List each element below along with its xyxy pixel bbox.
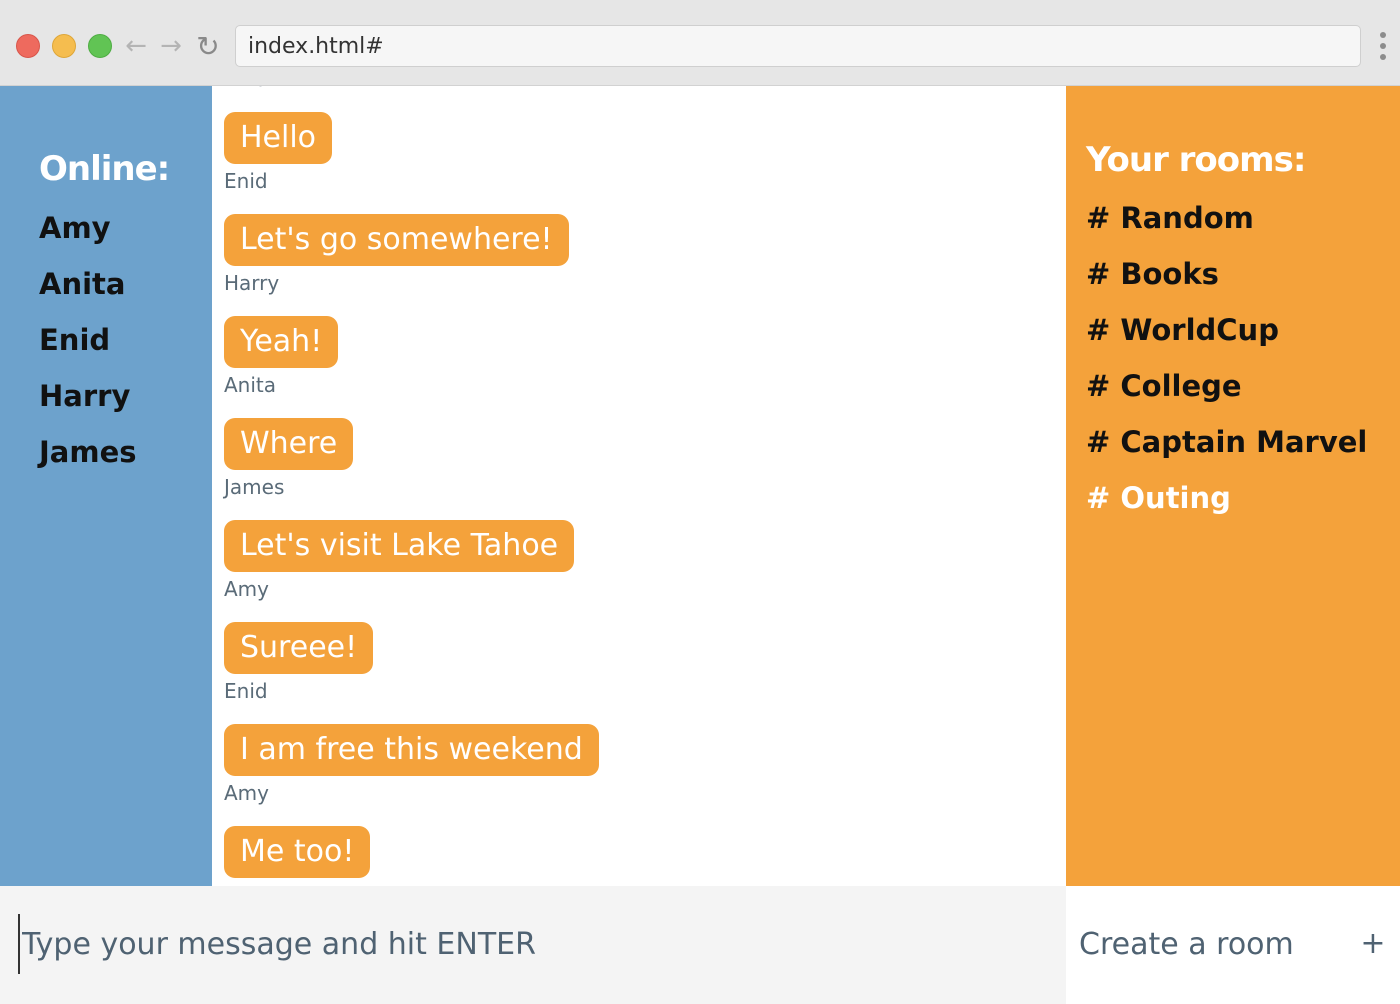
message-item: Amy Sureee! <box>224 577 374 674</box>
message-composer <box>0 886 1066 1004</box>
message-sender: James <box>224 475 285 499</box>
online-user[interactable]: Harry <box>39 368 212 424</box>
message-bubble: Yeah! <box>224 316 339 368</box>
online-user[interactable]: Anita <box>39 256 212 312</box>
room-item[interactable]: # WorldCup <box>1086 300 1400 356</box>
browser-toolbar: ← → ↻ index.html# <box>0 0 1400 86</box>
rooms-title: Your rooms: <box>1086 140 1306 180</box>
message-bubble: I am free this weekend <box>224 724 599 776</box>
online-user[interactable]: James <box>39 424 212 480</box>
message-sender: Amy <box>224 781 269 805</box>
create-room-form: + <box>1066 886 1400 1004</box>
room-item[interactable]: # Random <box>1086 188 1400 244</box>
address-bar[interactable]: index.html# <box>235 25 1361 67</box>
message-bubble: Sureee! <box>224 622 374 674</box>
message-item: Amy Me too! <box>224 781 371 878</box>
message-item: Anita Where <box>224 373 354 470</box>
rooms-panel: Your rooms: # Random # Books # WorldCup # C… <box>1066 86 1400 886</box>
message-item: Enid I am free this weekend <box>224 679 599 776</box>
message-sender: Amy <box>224 577 269 601</box>
room-item[interactable]: # Books <box>1086 244 1400 300</box>
message-item: Harry Yeah! <box>224 271 339 368</box>
message-item: Enid Hello <box>224 86 333 164</box>
forward-arrow-icon[interactable]: → <box>157 30 185 62</box>
message-bubble: Me too! <box>224 826 371 878</box>
reload-icon[interactable]: ↻ <box>192 30 224 63</box>
message-bubble: Let's visit Lake Tahoe <box>224 520 575 572</box>
online-users-panel: Online: Amy Anita Enid Harry James <box>0 86 212 886</box>
room-item[interactable]: # Captain Marvel <box>1086 412 1400 468</box>
message-sender: Anita <box>224 373 277 397</box>
back-arrow-icon[interactable]: ← <box>122 30 150 62</box>
room-item[interactable]: # College <box>1086 356 1400 412</box>
message-sender: Enid <box>224 679 268 703</box>
add-room-button[interactable]: + <box>1360 922 1386 966</box>
message-list[interactable]: Enid Hello Enid Let's go somewhere! Harry Yea… <box>212 86 1066 886</box>
message-bubble: Where <box>224 418 354 470</box>
maximize-window-button[interactable] <box>88 34 112 58</box>
online-user[interactable]: Amy <box>39 200 212 256</box>
online-users-list: Amy Anita Enid Harry James <box>39 200 212 480</box>
message-bubble: Let's go somewhere! <box>224 214 569 266</box>
message-item: James Let's visit Lake Tahoe <box>224 475 575 572</box>
close-window-button[interactable] <box>16 34 40 58</box>
minimize-window-button[interactable] <box>52 34 76 58</box>
message-bubble: Hello <box>224 112 333 164</box>
message-input[interactable] <box>18 914 1048 974</box>
more-menu-icon[interactable] <box>1373 30 1393 62</box>
url-text: index.html# <box>248 33 384 59</box>
online-title: Online: <box>39 149 170 189</box>
message-sender: Harry <box>224 271 280 295</box>
online-user[interactable]: Enid <box>39 312 212 368</box>
message-sender: Enid <box>224 86 332 91</box>
message-sender: Enid <box>224 169 268 193</box>
room-item[interactable]: # Outing <box>1086 468 1400 524</box>
message-item: Enid Let's go somewhere! <box>224 169 569 266</box>
create-room-input[interactable] <box>1077 914 1347 974</box>
rooms-list: # Random # Books # WorldCup # College # Capt… <box>1086 188 1400 524</box>
